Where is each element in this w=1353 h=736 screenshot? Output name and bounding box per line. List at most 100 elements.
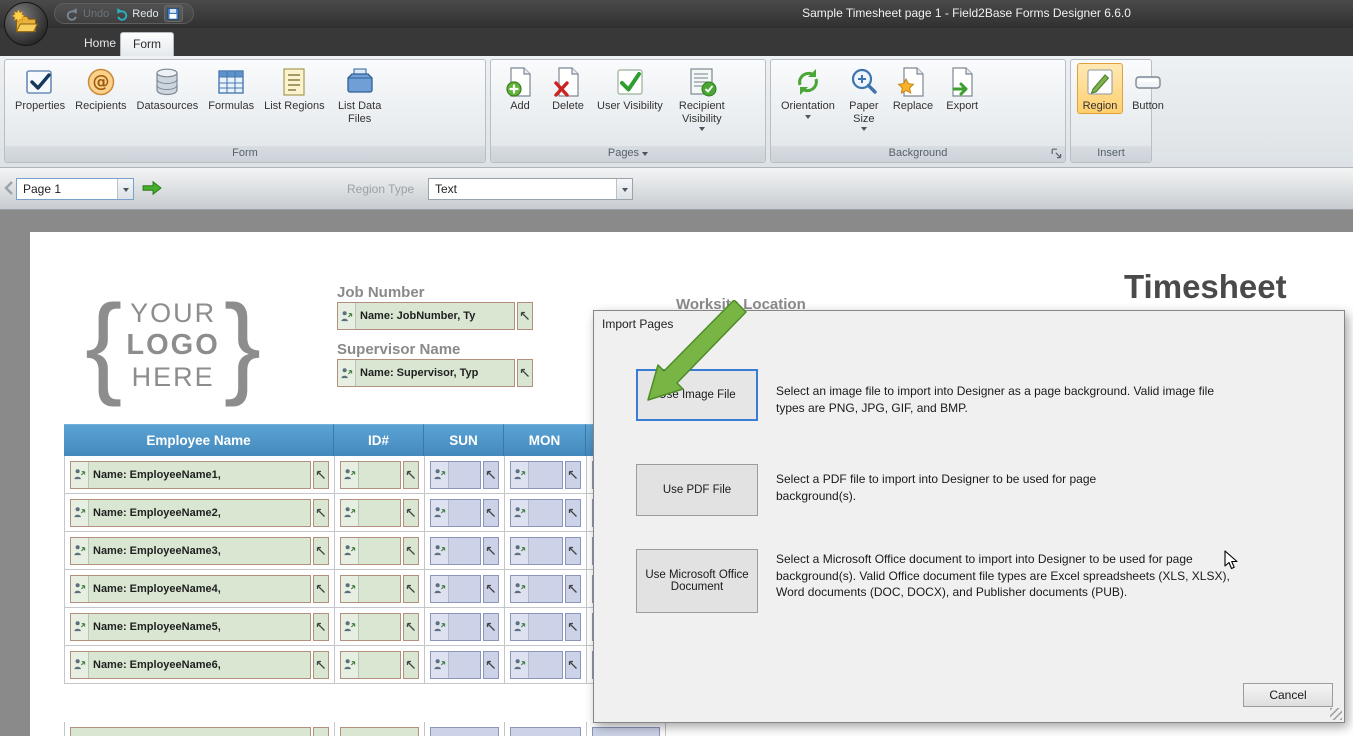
undo-button[interactable]: Undo [65, 6, 109, 21]
recipients-button[interactable]: Recipients [71, 63, 130, 114]
region-resize-icon[interactable] [313, 612, 329, 641]
region-type-select[interactable]: Text [428, 178, 633, 200]
region-resize-icon[interactable] [313, 574, 329, 603]
region-person-icon [71, 537, 89, 564]
id-region[interactable] [340, 612, 419, 641]
resize-grip[interactable] [1330, 708, 1342, 720]
cancel-button[interactable]: Cancel [1243, 683, 1333, 707]
region-resize-icon[interactable] [565, 574, 581, 603]
id-region[interactable] [340, 650, 419, 679]
region-resize-icon[interactable] [565, 498, 581, 527]
region-type-dropdown-icon[interactable] [616, 179, 632, 199]
employee-name-region[interactable]: Name: EmployeeName3, [70, 536, 329, 565]
employee-name-region[interactable]: Name: EmployeeName1, [70, 460, 329, 489]
region-resize-icon[interactable] [483, 650, 499, 679]
id-region[interactable] [340, 498, 419, 527]
insert-button-button[interactable]: Button [1125, 63, 1171, 114]
sun-region[interactable] [430, 726, 499, 736]
save-button[interactable] [163, 5, 183, 22]
region-resize-icon[interactable] [565, 536, 581, 565]
region-resize-icon[interactable] [483, 574, 499, 603]
insert-region-button[interactable]: Region [1077, 63, 1123, 114]
employee-name-region[interactable] [70, 726, 329, 736]
mon-region[interactable] [510, 612, 581, 641]
page-select[interactable]: Page 1 [16, 178, 134, 200]
id-region[interactable] [340, 726, 419, 736]
sun-region[interactable] [430, 498, 499, 527]
job-number-region[interactable]: Name: JobNumber, Ty [337, 302, 533, 330]
sun-region[interactable] [430, 460, 499, 489]
region-resize-icon[interactable] [403, 498, 419, 527]
delete-page-button[interactable]: Delete [545, 63, 591, 114]
page-select-dropdown-icon[interactable] [117, 179, 133, 199]
formulas-label: Formulas [208, 100, 255, 112]
table-row: Name: EmployeeName2, [64, 494, 666, 532]
user-visibility-button[interactable]: User Visibility [593, 63, 667, 114]
region-resize-icon[interactable] [517, 302, 533, 330]
mon-region[interactable] [510, 650, 581, 679]
recipient-visibility-button[interactable]: Recipient Visibility [669, 63, 735, 132]
region-resize-icon[interactable] [565, 460, 581, 489]
sun-region[interactable] [430, 574, 499, 603]
region-resize-icon[interactable] [313, 498, 329, 527]
employee-name-region[interactable]: Name: EmployeeName4, [70, 574, 329, 603]
region-resize-icon[interactable] [313, 650, 329, 679]
day-region[interactable] [592, 726, 660, 736]
application-menu-button[interactable] [4, 2, 48, 46]
id-region[interactable] [340, 536, 419, 565]
tab-form[interactable]: Form [120, 32, 174, 56]
region-resize-icon[interactable] [403, 574, 419, 603]
sun-region[interactable] [430, 536, 499, 565]
region-resize-icon[interactable] [483, 612, 499, 641]
add-page-button[interactable]: Add [497, 63, 543, 114]
mon-region[interactable] [510, 726, 581, 736]
background-dialog-launcher-icon[interactable] [1051, 148, 1063, 160]
sun-region[interactable] [430, 612, 499, 641]
previous-page-icon[interactable] [4, 181, 14, 195]
region-resize-icon[interactable] [403, 650, 419, 679]
redo-button[interactable]: Redo [114, 6, 159, 21]
list-regions-button[interactable]: List Regions [260, 63, 329, 114]
paper-size-button[interactable]: Paper Size [841, 63, 887, 132]
sun-region[interactable] [430, 650, 499, 679]
use-pdf-file-button[interactable]: Use PDF File [636, 464, 758, 516]
id-region[interactable] [340, 574, 419, 603]
formulas-button[interactable]: Formulas [204, 63, 258, 114]
window-title: Sample Timesheet page 1 - Field2Base For… [802, 6, 1131, 20]
region-resize-icon[interactable] [403, 612, 419, 641]
employee-name-region[interactable]: Name: EmployeeName6, [70, 650, 329, 679]
properties-button[interactable]: Properties [11, 63, 69, 114]
region-resize-icon[interactable] [313, 726, 329, 736]
region-resize-icon[interactable] [313, 460, 329, 489]
employee-name-region[interactable]: Name: EmployeeName5, [70, 612, 329, 641]
region-resize-icon[interactable] [483, 460, 499, 489]
region-resize-icon[interactable] [565, 650, 581, 679]
region-person-icon [341, 651, 359, 678]
list-data-files-button[interactable]: List Data Files [331, 63, 389, 126]
region-resize-icon[interactable] [403, 536, 419, 565]
orientation-button[interactable]: Orientation [777, 63, 839, 120]
mon-cell [504, 608, 586, 646]
region-person-icon [511, 613, 529, 640]
next-page-icon[interactable] [142, 180, 162, 196]
employee-name-region[interactable]: Name: EmployeeName2, [70, 498, 329, 527]
replace-background-button[interactable]: Replace [889, 63, 937, 114]
region-resize-icon[interactable] [517, 359, 533, 387]
region-person-icon [431, 499, 449, 526]
supervisor-region[interactable]: Name: Supervisor, Typ [337, 359, 533, 387]
region-resize-icon[interactable] [403, 460, 419, 489]
region-resize-icon[interactable] [565, 612, 581, 641]
region-resize-icon[interactable] [313, 536, 329, 565]
id-region[interactable] [340, 460, 419, 489]
list-regions-label: List Regions [264, 100, 325, 112]
mon-region[interactable] [510, 498, 581, 527]
mon-region[interactable] [510, 574, 581, 603]
region-resize-icon[interactable] [483, 498, 499, 527]
mon-region[interactable] [510, 536, 581, 565]
export-background-button[interactable]: Export [939, 63, 985, 114]
mon-cell [504, 494, 586, 532]
datasources-button[interactable]: Datasources [133, 63, 203, 114]
use-office-document-button[interactable]: Use Microsoft Office Document [636, 549, 758, 613]
region-resize-icon[interactable] [483, 536, 499, 565]
mon-region[interactable] [510, 460, 581, 489]
